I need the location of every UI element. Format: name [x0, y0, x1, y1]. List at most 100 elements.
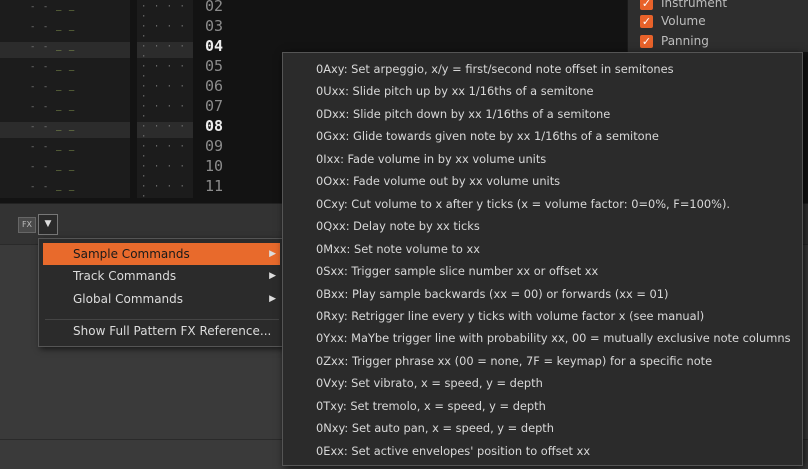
menu-item-label: Sample Commands: [73, 247, 190, 261]
line-number: 06: [205, 77, 224, 95]
submenu-arrow-icon: ▶: [269, 271, 276, 281]
instrument-placeholder: _ _: [56, 22, 76, 32]
track-column-1[interactable]: - - _ _ - - _ _ - - _ _ - - _ _ - - _ _ - - _ _ - - _…: [0, 0, 130, 198]
instrument-label: Instrument: [661, 0, 728, 10]
sample-command-item[interactable]: 0Mxx: Set note volume to xx: [316, 241, 480, 257]
track-row[interactable]: - - _ _: [0, 102, 130, 118]
line-number: 05: [205, 57, 224, 75]
menu-item-track-commands[interactable]: Track Commands ▶: [43, 265, 280, 287]
effect-placeholder: · · · · ·: [141, 62, 186, 82]
track-row[interactable]: · · · · ·: [137, 22, 193, 42]
sample-command-item[interactable]: 0Yxx: MaYbe trigger line with probabilit…: [316, 330, 791, 346]
track-row[interactable]: - - _ _: [0, 162, 130, 178]
sample-command-item[interactable]: 0Ixx: Fade volume in by xx volume units: [316, 151, 546, 167]
effect-placeholder: · · · · ·: [141, 42, 186, 62]
sample-command-item[interactable]: 0Gxx: Glide towards given note by xx 1/1…: [316, 128, 659, 144]
sample-command-item[interactable]: 0Sxx: Trigger sample slice number xx or …: [316, 263, 598, 279]
track-row[interactable]: · · · · ·: [137, 82, 193, 102]
effect-placeholder: · · · · ·: [141, 2, 186, 22]
sample-command-item[interactable]: 0Oxx: Fade volume out by xx volume units: [316, 173, 560, 189]
instrument-placeholder: _ _: [56, 162, 76, 172]
menu-item-sample-commands[interactable]: Sample Commands ▶: [43, 243, 280, 265]
sample-command-item[interactable]: 0Exx: Set active envelopes' position to …: [316, 443, 590, 459]
sample-command-item[interactable]: 0Qxx: Delay note by xx ticks: [316, 218, 480, 234]
sample-command-item[interactable]: 0Bxx: Play sample backwards (xx = 00) or…: [316, 286, 668, 302]
instrument-option[interactable]: ✓ Instrument: [640, 0, 727, 12]
line-number: 09: [205, 137, 224, 155]
track-row[interactable]: - - _ _: [0, 42, 130, 58]
track-row[interactable]: · · · · ·: [137, 62, 193, 82]
track-row[interactable]: - - _ _: [0, 142, 130, 158]
track-row[interactable]: - - _ _: [0, 2, 130, 18]
track-row[interactable]: · · · · ·: [137, 2, 193, 22]
panning-label: Panning: [661, 34, 709, 48]
instrument-placeholder: _ _: [56, 102, 76, 112]
sample-command-item[interactable]: 0Uxx: Slide pitch up by xx 1/16ths of a …: [316, 83, 594, 99]
effect-placeholder: · · · · ·: [141, 142, 186, 162]
track-row[interactable]: - - _ _: [0, 62, 130, 78]
line-number: 02: [205, 0, 224, 15]
menu-item-label: Show Full Pattern FX Reference...: [73, 324, 272, 338]
track-row[interactable]: - - _ _: [0, 122, 130, 138]
note-placeholder: - -: [30, 142, 50, 152]
volume-label: Volume: [661, 14, 706, 28]
track-row[interactable]: - - _ _: [0, 22, 130, 38]
effect-placeholder: · · · · ·: [141, 102, 186, 122]
effect-placeholder: · · · · ·: [141, 162, 186, 182]
track-column-2[interactable]: · · · · · · · · · · · · · · · · · · · · · · …: [137, 0, 193, 202]
instrument-placeholder: _ _: [56, 182, 76, 192]
effect-placeholder: · · · · ·: [141, 82, 186, 102]
note-placeholder: - -: [30, 122, 50, 132]
menu-item-label: Track Commands: [73, 269, 177, 283]
track-row[interactable]: · · · · ·: [137, 182, 193, 202]
line-number: 03: [205, 17, 224, 35]
line-number: 07: [205, 97, 224, 115]
sample-command-item[interactable]: 0Vxy: Set vibrato, x = speed, y = depth: [316, 375, 543, 391]
checkbox-checked-icon[interactable]: ✓: [640, 14, 653, 28]
volume-option[interactable]: ✓ Volume: [640, 12, 706, 30]
instrument-placeholder: _ _: [56, 122, 76, 132]
sample-commands-submenu: 0Axy: Set arpeggio, x/y = first/second n…: [282, 52, 803, 466]
track-row[interactable]: · · · · ·: [137, 142, 193, 162]
fx-context-menu: Sample Commands ▶ Track Commands ▶ Globa…: [38, 238, 286, 347]
sample-command-item[interactable]: 0Nxy: Set auto pan, x = speed, y = depth: [316, 420, 554, 436]
menu-item-label: Global Commands: [73, 292, 184, 306]
note-placeholder: - -: [30, 2, 50, 12]
submenu-arrow-icon: ▶: [269, 294, 276, 304]
menu-item-global-commands[interactable]: Global Commands ▶: [43, 288, 280, 310]
instrument-placeholder: _ _: [56, 42, 76, 52]
submenu-arrow-icon: ▶: [269, 249, 276, 259]
submenu-gutter: [283, 53, 308, 465]
instrument-placeholder: _ _: [56, 62, 76, 72]
track-row[interactable]: · · · · ·: [137, 122, 193, 142]
note-placeholder: - -: [30, 42, 50, 52]
checkbox-checked-icon[interactable]: ✓: [640, 0, 653, 10]
instrument-placeholder: _ _: [56, 2, 76, 12]
sample-command-item[interactable]: 0Axy: Set arpeggio, x/y = first/second n…: [316, 61, 674, 77]
panning-option[interactable]: ✓ Panning: [640, 32, 709, 50]
note-placeholder: - -: [30, 162, 50, 172]
track-row[interactable]: · · · · ·: [137, 162, 193, 182]
line-number: 11: [205, 177, 224, 195]
note-placeholder: - -: [30, 22, 50, 32]
menu-item-show-fx-reference[interactable]: Show Full Pattern FX Reference...: [43, 320, 280, 342]
sample-command-item[interactable]: 0Txy: Set tremolo, x = speed, y = depth: [316, 398, 546, 414]
sample-command-item[interactable]: 0Dxx: Slide pitch down by xx 1/16ths of …: [316, 106, 610, 122]
track-row[interactable]: · · · · ·: [137, 42, 193, 62]
sample-command-item[interactable]: 0Cxy: Cut volume to x after y ticks (x =…: [316, 196, 730, 212]
line-number: 04: [205, 37, 224, 55]
sample-command-item[interactable]: 0Zxx: Trigger phrase xx (00 = none, 7F =…: [316, 353, 712, 369]
effect-placeholder: · · · · ·: [141, 22, 186, 42]
track-row[interactable]: - - _ _: [0, 82, 130, 98]
track-row[interactable]: - - _ _: [0, 182, 130, 198]
line-number: 08: [205, 117, 224, 135]
checkbox-checked-icon[interactable]: ✓: [640, 34, 653, 48]
track-row[interactable]: · · · · ·: [137, 102, 193, 122]
sample-command-item[interactable]: 0Rxy: Retrigger line every y ticks with …: [316, 308, 704, 324]
column-visibility-panel: ✓ Instrument ✓ Volume ✓ Panning: [627, 0, 808, 52]
effect-placeholder: · · · · ·: [141, 122, 186, 142]
note-placeholder: - -: [30, 82, 50, 92]
fx-icon[interactable]: FX: [18, 217, 36, 233]
fx-dropdown-button[interactable]: ▼: [38, 214, 58, 235]
instrument-placeholder: _ _: [56, 142, 76, 152]
